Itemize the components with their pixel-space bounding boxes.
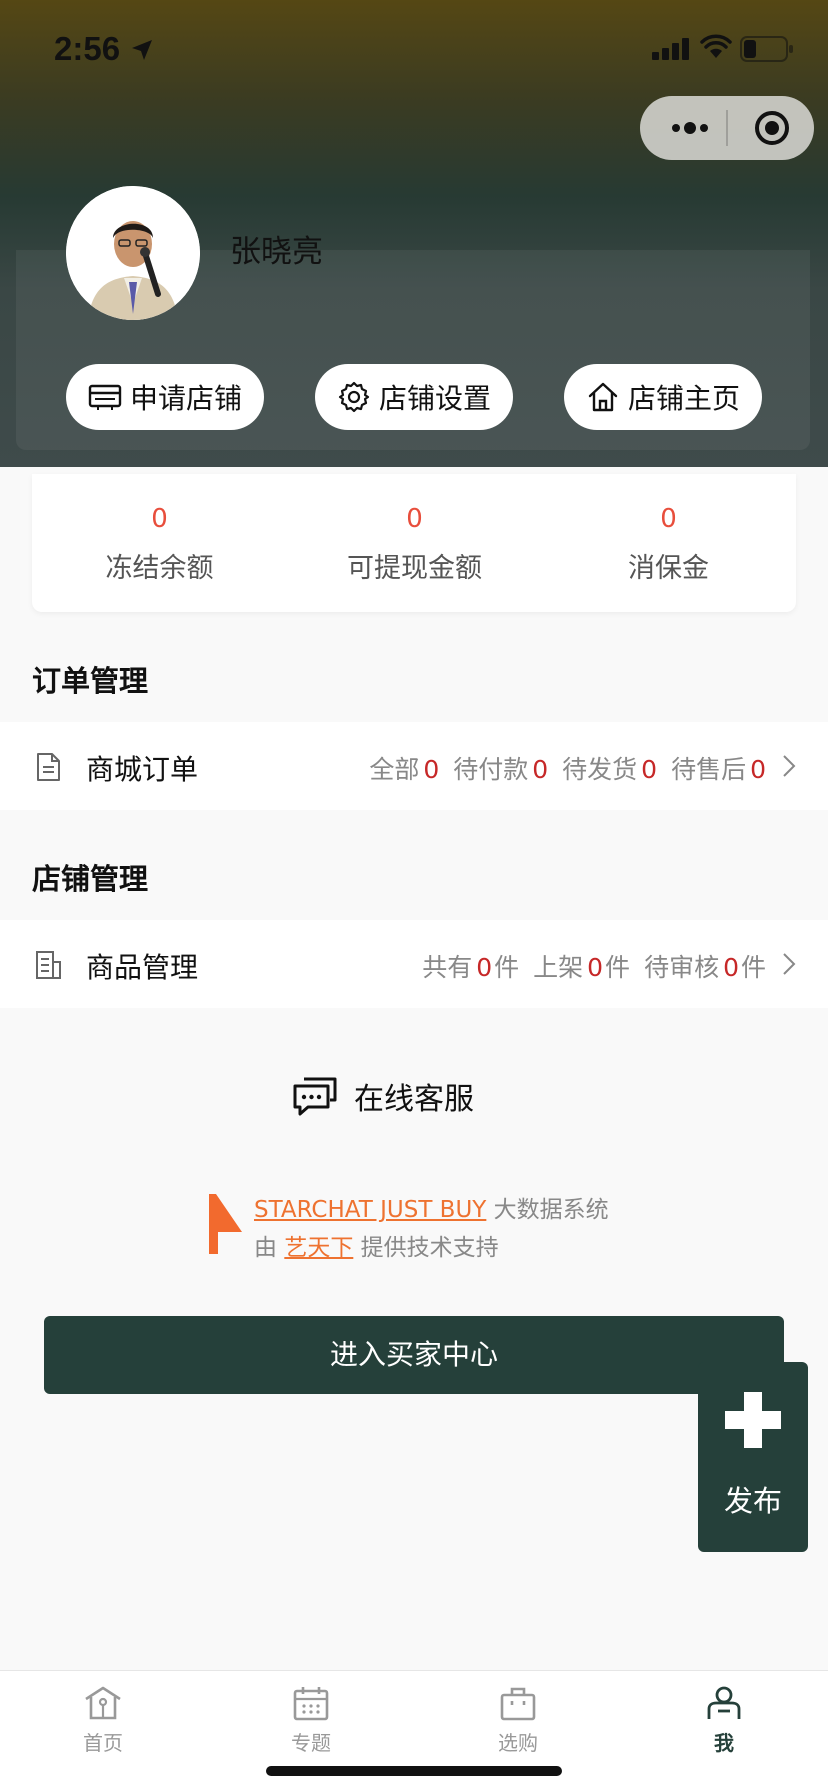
avatar[interactable] [66, 186, 200, 320]
product-stat-pending-label: 待审核 [644, 953, 720, 982]
powered-prefix: 由 [254, 1235, 277, 1261]
product-stats: 共有 0件 上架 0件 待审核 0件 [422, 948, 766, 984]
tab-home[interactable]: 首页 [43, 1685, 163, 1756]
withdrawable-balance-value: 0 [406, 504, 423, 534]
company-link[interactable]: 艺天下 [284, 1235, 353, 1261]
tab-topics-label: 专题 [291, 1731, 331, 1755]
chat-bubble-icon [293, 1077, 337, 1116]
miniprogram-capsule [640, 96, 814, 160]
avatar-image [66, 186, 200, 320]
online-service-button[interactable]: 在线客服 [292, 1072, 474, 1120]
apply-shop-button[interactable]: 申请店铺 [66, 364, 264, 430]
order-stat-unpaid[interactable]: 待付款 0 [453, 750, 548, 786]
profile-header: 2:56 张晓亮 申请店铺 店铺设置 店铺主页 [0, 0, 828, 467]
user-tab-icon [707, 1686, 741, 1719]
product-list-icon [36, 951, 61, 979]
product-stat-total-label: 共有 [422, 953, 473, 982]
order-stat-to-ship-label: 待发货 [562, 755, 638, 784]
product-stat-pending-unit: 件 [740, 953, 766, 982]
chevron-right-icon [783, 953, 796, 975]
status-time: 2:56 [54, 30, 121, 67]
order-stats: 全部 0 待付款 0 待发货 0 待售后 0 [369, 750, 766, 786]
home-indicator [266, 1766, 562, 1776]
publish-button[interactable]: 发布 [698, 1362, 808, 1552]
product-management-label: 商品管理 [86, 951, 199, 984]
mall-orders-row[interactable]: 商城订单 全部 0 待付款 0 待发货 0 待售后 0 [0, 722, 828, 810]
tab-topics[interactable]: 专题 [251, 1685, 371, 1756]
shop-section-title: 店铺管理 [32, 862, 149, 896]
order-stat-to-ship-count: 0 [641, 755, 658, 784]
frozen-balance[interactable]: 0 冻结余额 [32, 504, 287, 585]
brand-suffix: 大数据系统 [493, 1197, 609, 1223]
gear-icon [338, 381, 370, 413]
deposit-balance-label: 消保金 [628, 553, 709, 584]
shop-settings-button[interactable]: 店铺设置 [315, 364, 513, 430]
publish-label: 发布 [723, 1484, 782, 1518]
order-stat-all-count: 0 [423, 755, 440, 784]
order-stat-after-sale-label: 待售后 [671, 755, 747, 784]
frozen-balance-value: 0 [151, 504, 168, 534]
close-miniprogram-icon[interactable] [752, 108, 792, 148]
powered-line-2: 由 艺天下 提供技术支持 [254, 1228, 499, 1262]
product-management-row[interactable]: 商品管理 共有 0件 上架 0件 待审核 0件 [0, 920, 828, 1008]
order-stat-after-sale[interactable]: 待售后 0 [671, 750, 766, 786]
order-stat-unpaid-count: 0 [532, 755, 549, 784]
product-stat-listed-count: 0 [587, 953, 604, 982]
order-stat-unpaid-label: 待付款 [453, 755, 529, 784]
tab-home-label: 首页 [83, 1731, 123, 1755]
username: 张晓亮 [230, 234, 323, 270]
powered-by: STARCHAT JUST BUY 大数据系统 由 艺天下 提供技术支持 [206, 1190, 666, 1270]
calendar-tab-icon [293, 1687, 329, 1721]
powered-suffix: 提供技术支持 [360, 1235, 499, 1261]
order-stat-after-sale-count: 0 [750, 755, 766, 784]
wifi-icon [700, 34, 732, 58]
mall-orders-label: 商城订单 [86, 753, 199, 786]
tab-me[interactable]: 我 [664, 1685, 784, 1756]
powered-line-1: STARCHAT JUST BUY 大数据系统 [254, 1190, 609, 1224]
shop-home-button[interactable]: 店铺主页 [564, 364, 762, 430]
order-stat-all[interactable]: 全部 0 [369, 750, 439, 786]
location-arrow-icon [132, 40, 152, 60]
online-service-label: 在线客服 [354, 1082, 474, 1117]
tab-shopping-label: 选购 [498, 1731, 538, 1755]
product-stat-pending-count: 0 [723, 953, 739, 982]
order-stat-to-ship[interactable]: 待发货 0 [562, 750, 657, 786]
shop-home-label: 店铺主页 [627, 382, 740, 415]
document-icon [37, 753, 60, 781]
chevron-right-icon [783, 755, 796, 777]
more-icon[interactable] [670, 116, 710, 140]
tab-me-label: 我 [714, 1731, 734, 1755]
bag-tab-icon [500, 1687, 536, 1721]
product-stat-total[interactable]: 共有 0件 [422, 948, 519, 984]
deposit-balance[interactable]: 0 消保金 [541, 504, 796, 585]
home-icon [588, 382, 618, 412]
shop-settings-label: 店铺设置 [378, 382, 491, 415]
product-stat-pending[interactable]: 待审核 0件 [644, 948, 766, 984]
balance-card: 0 冻结余额 0 可提现金额 0 消保金 [32, 474, 796, 612]
cellular-signal-icon [652, 38, 689, 60]
withdrawable-balance[interactable]: 0 可提现金额 [287, 504, 542, 585]
order-section-title: 订单管理 [32, 664, 149, 698]
starchat-link[interactable]: STARCHAT JUST BUY [254, 1197, 486, 1223]
deposit-balance-value: 0 [660, 504, 677, 534]
product-stat-listed-unit: 件 [605, 953, 631, 982]
withdrawable-balance-label: 可提现金额 [347, 553, 482, 584]
product-stat-total-count: 0 [476, 953, 493, 982]
product-stat-total-unit: 件 [494, 953, 520, 982]
plus-icon [725, 1392, 781, 1448]
home-tab-icon [85, 1686, 121, 1720]
apply-shop-label: 申请店铺 [129, 382, 242, 415]
battery-icon [740, 36, 793, 62]
product-stat-listed[interactable]: 上架 0件 [533, 948, 630, 984]
frozen-balance-label: 冻结余额 [105, 553, 214, 584]
buyer-center-button[interactable]: 进入买家中心 [44, 1316, 784, 1394]
product-stat-listed-label: 上架 [533, 953, 584, 982]
order-stat-all-label: 全部 [369, 755, 420, 784]
tab-shopping[interactable]: 选购 [458, 1685, 578, 1756]
brand-flag-icon [209, 1194, 242, 1254]
card-icon [88, 384, 122, 410]
capsule-divider [726, 110, 728, 146]
